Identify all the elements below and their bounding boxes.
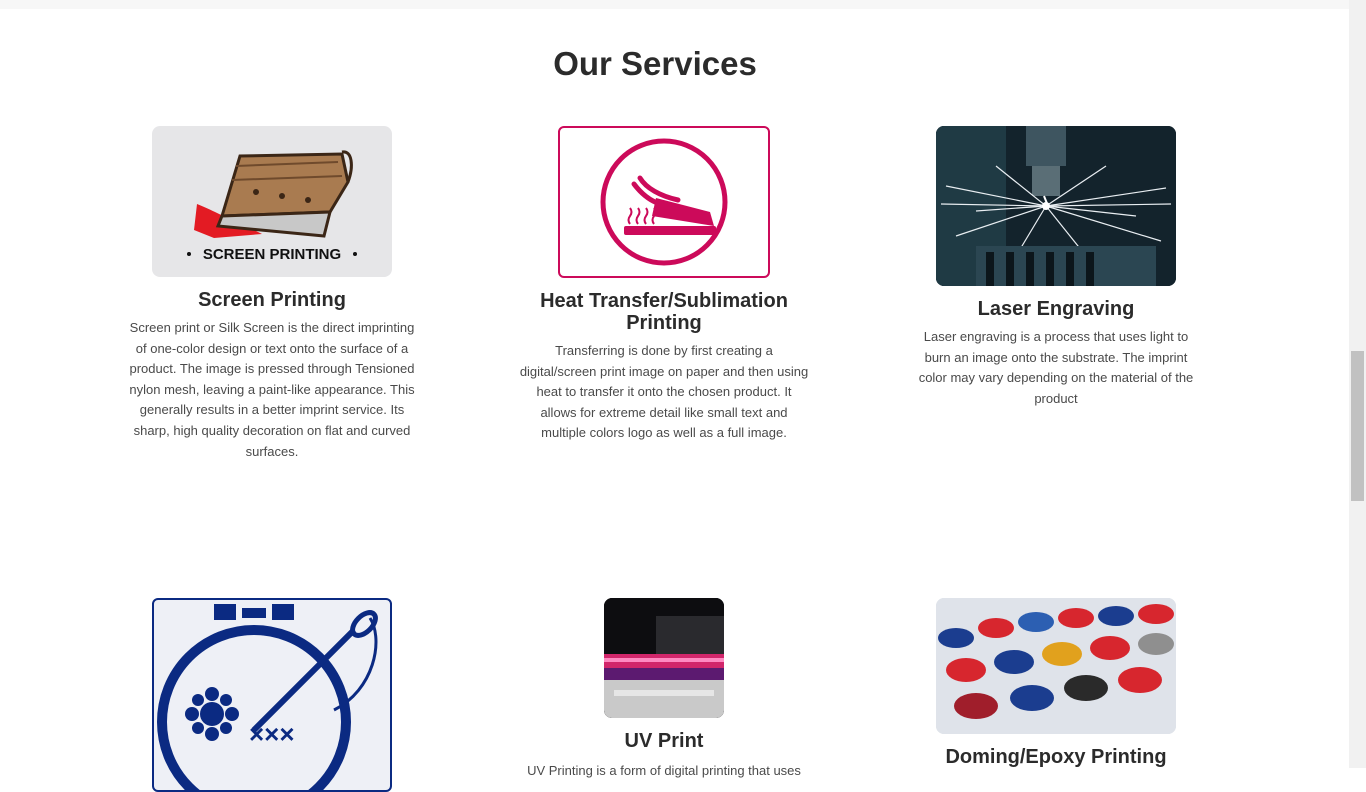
svg-text:×××: ××× <box>249 719 295 749</box>
screen-printing-image: SCREEN PRINTING <box>152 126 392 277</box>
services-section: Our Services SCREEN PRINTING Screen Prin… <box>0 0 1349 792</box>
service-description: Laser engraving is a process that uses l… <box>918 329 1194 406</box>
service-card-embroidery: ××× <box>126 598 418 792</box>
service-description: UV Printing is a form of digital printin… <box>527 763 801 778</box>
service-card-doming: Doming/Epoxy Printing <box>910 598 1202 768</box>
service-description: Transferring is done by first creating a… <box>519 343 809 441</box>
service-card-screen-printing: SCREEN PRINTING Screen Printing Screen p… <box>126 126 418 462</box>
service-description: Screen print or Silk Screen is the direc… <box>129 320 415 459</box>
service-title: Heat Transfer/Sublimation Printing <box>540 290 788 334</box>
service-title: UV Print <box>624 730 704 752</box>
service-card-laser-engraving: Laser Engraving Laser engraving is a pro… <box>910 126 1202 409</box>
domed-stickers-icon <box>936 598 1176 734</box>
section-title: Our Services <box>553 45 757 82</box>
heat-transfer-image <box>558 126 770 278</box>
laser-engraving-image <box>936 126 1176 286</box>
squeegee-icon: SCREEN PRINTING <box>187 150 357 263</box>
uv-printer-icon <box>604 598 724 718</box>
embroidery-hoop-icon: ××× <box>157 604 378 790</box>
laser-photo-icon <box>936 126 1176 286</box>
svg-text:SCREEN PRINTING: SCREEN PRINTING <box>203 246 341 263</box>
uv-print-image <box>604 598 724 718</box>
service-title: Doming/Epoxy Printing <box>945 746 1167 768</box>
embroidery-image: ××× <box>152 598 392 792</box>
doming-image <box>936 598 1176 734</box>
heat-press-icon <box>600 138 728 266</box>
service-card-uv-print: UV Print UV Printing is a form of digita… <box>518 598 810 782</box>
service-card-heat-transfer: Heat Transfer/Sublimation Printing Trans… <box>518 126 810 444</box>
scrollbar-thumb[interactable] <box>1351 351 1364 501</box>
service-title: Screen Printing <box>198 289 346 311</box>
service-title: Laser Engraving <box>977 298 1135 320</box>
